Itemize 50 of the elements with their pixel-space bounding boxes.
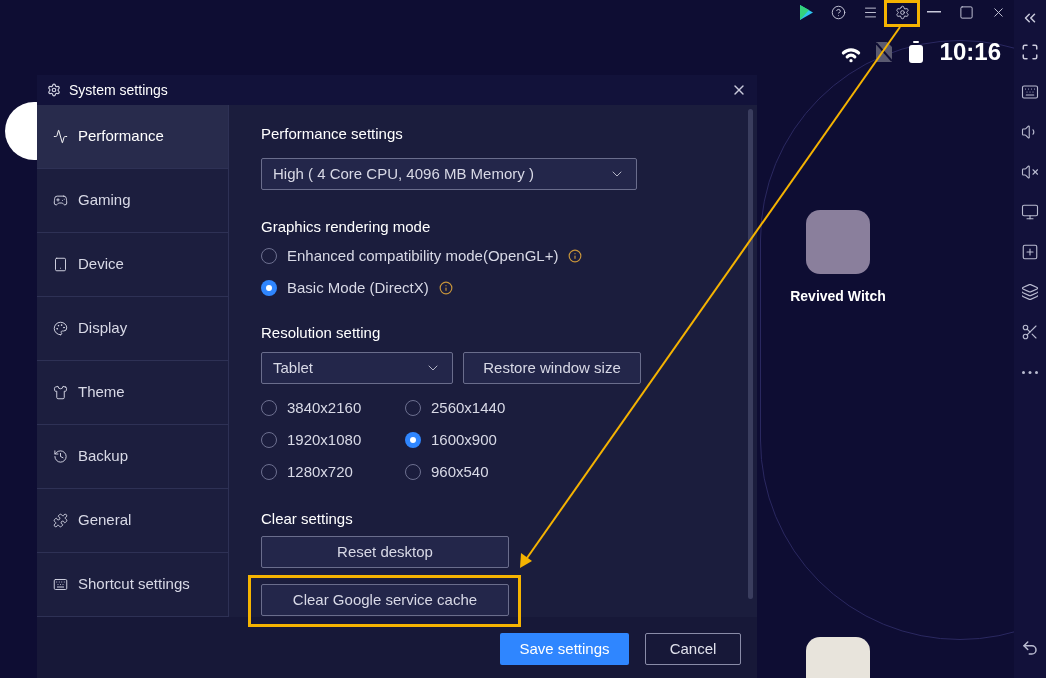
nav-item[interactable]: General (37, 489, 228, 553)
section-heading: Performance settings (261, 124, 404, 143)
minimize-icon (927, 11, 941, 13)
scissors-icon (1021, 323, 1039, 341)
layers-icon (1021, 283, 1039, 301)
radio-label: 1280x720 (287, 461, 353, 482)
clock-time: 10:16 (939, 37, 1001, 67)
menu-icon (862, 4, 878, 20)
maximize-icon (958, 4, 974, 20)
expand-icon (1021, 43, 1039, 61)
nav-item[interactable]: Device (37, 233, 228, 297)
more-icon (1022, 370, 1038, 374)
cancel-button[interactable]: Cancel (645, 633, 741, 665)
add-apk-icon (1021, 243, 1039, 261)
radio-label: 1920x1080 (287, 429, 362, 450)
restore-button[interactable]: Restore window size (463, 352, 641, 384)
section-heading: Clear settings (261, 509, 354, 528)
section-heading: Graphics rendering mode (261, 217, 432, 236)
clear-button[interactable]: Reset desktop (261, 536, 509, 568)
performance-dropdown[interactable]: High ( 4 Core CPU, 4096 MB Memory ) (261, 158, 637, 190)
app-label[interactable]: Revived Witch (790, 286, 886, 307)
nav-item[interactable]: Performance (37, 105, 228, 169)
clear-button[interactable]: Clear Google service cache (261, 584, 509, 616)
nav-item[interactable]: Theme (37, 361, 228, 425)
radio-label: 3840x2160 (287, 397, 362, 418)
play-triangle-icon (799, 4, 813, 20)
radio-label: 2560x1440 (431, 397, 506, 418)
section-heading: Resolution setting (261, 323, 382, 342)
radio-button[interactable] (261, 280, 277, 296)
resolution-dropdown[interactable]: Tablet (261, 352, 453, 384)
info-icon[interactable] (568, 249, 583, 263)
nav-item[interactable]: Backup (37, 425, 228, 489)
keyboard-icon (1021, 83, 1039, 101)
radio-label: 1600x900 (431, 429, 497, 450)
radio-label: Enhanced compatibility mode(OpenGL+) (287, 245, 559, 266)
dialog-title: System settings (69, 80, 168, 100)
save-button[interactable]: Save settings (500, 633, 629, 665)
radio-label: Basic Mode (DirectX) (287, 277, 429, 298)
back-icon (1021, 639, 1039, 657)
scrollbar[interactable] (748, 109, 753, 599)
nav-item[interactable]: Display (37, 297, 228, 361)
radio-button[interactable] (405, 432, 421, 448)
settings-icon (47, 83, 61, 97)
help-icon (830, 4, 846, 20)
settings-icon (894, 4, 910, 20)
radio-label: 960x540 (431, 461, 489, 482)
highlight-frame (884, 0, 920, 27)
info-icon[interactable] (438, 281, 453, 295)
monitor-icon (1021, 203, 1039, 221)
nav-item[interactable]: Gaming (37, 169, 228, 233)
